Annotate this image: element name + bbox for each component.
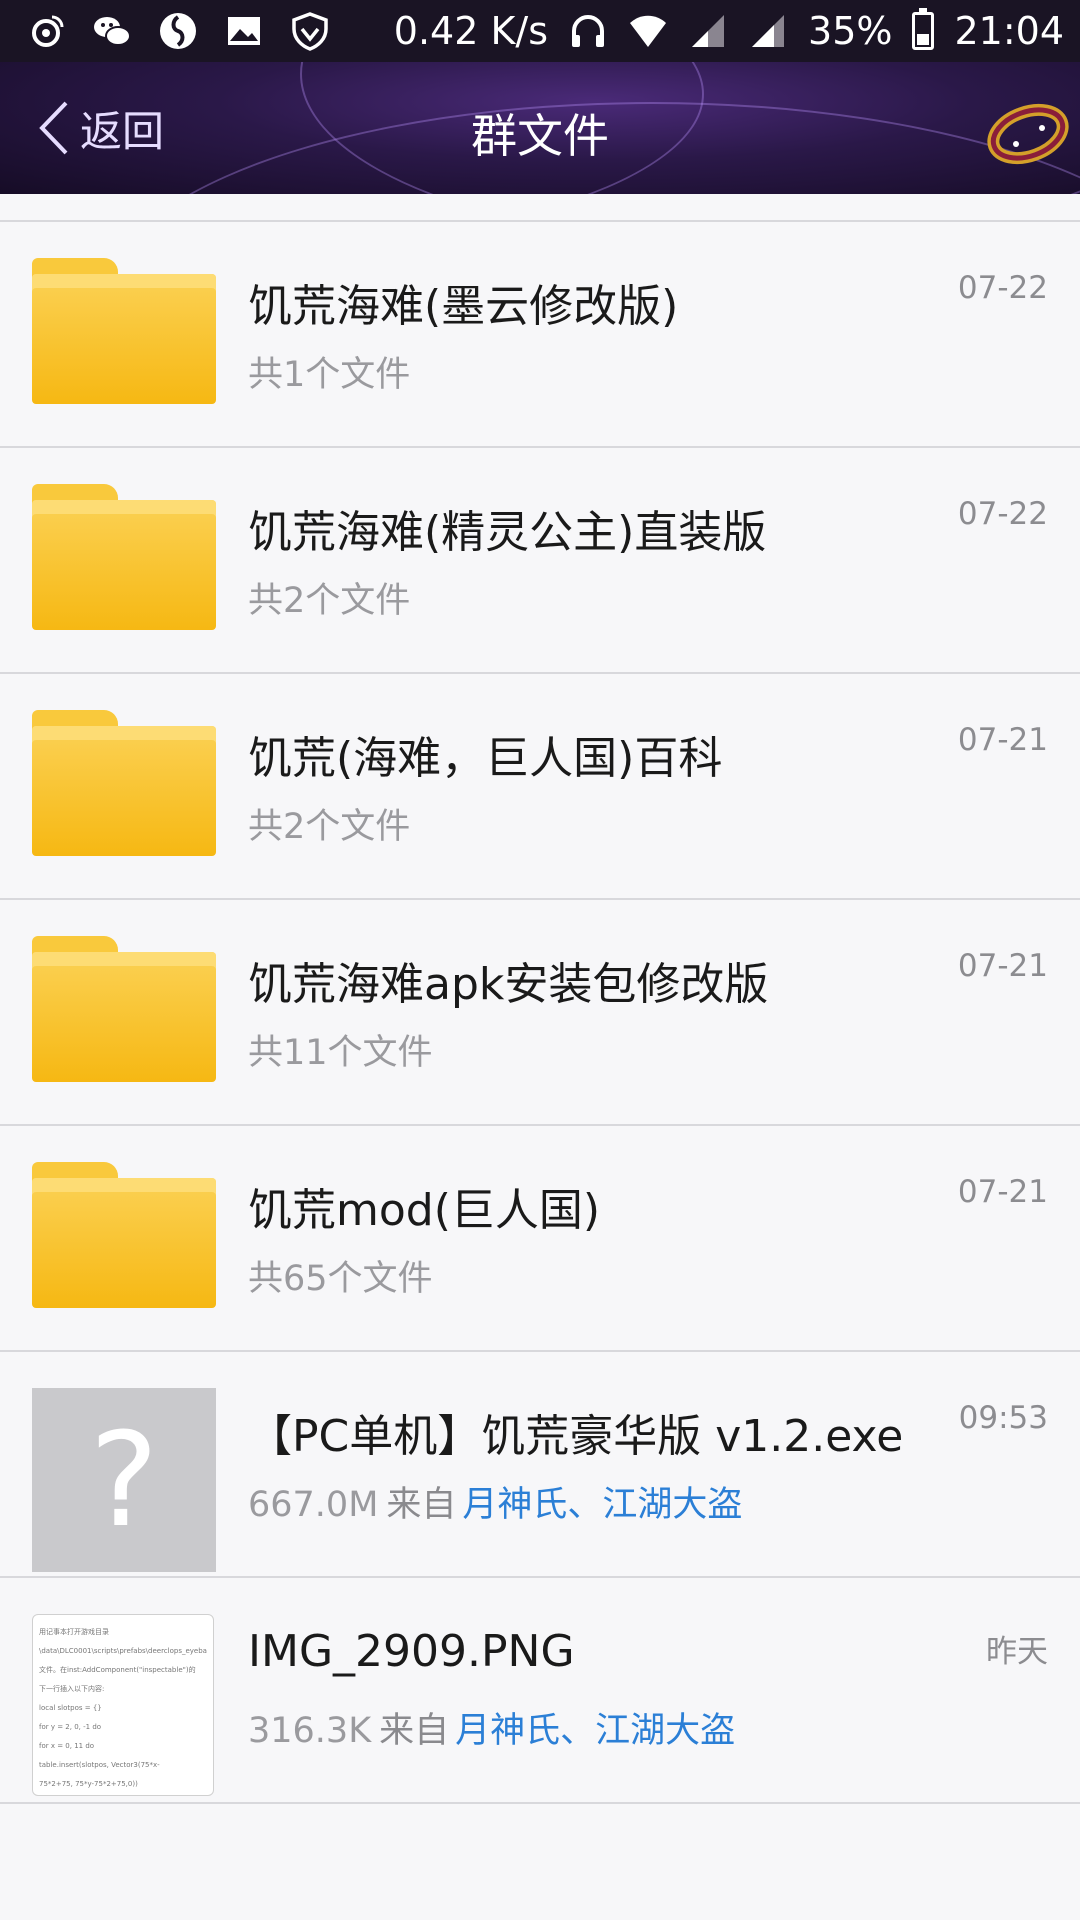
list-item-folder[interactable]: 饥荒海难(墨云修改版) 共1个文件 07-22 [0, 222, 1080, 448]
preview-line: table.insert(slotpos, Vector3(75*x- [39, 1794, 207, 1795]
uploader-link[interactable]: 月神氏、江湖大盗 [455, 1711, 735, 1751]
file-meta: 667.0M 来自 月神氏、江湖大盗 [248, 1476, 742, 1527]
folder-icon [32, 484, 216, 668]
list-item-folder[interactable]: 饥荒海难apk安装包修改版 共11个文件 07-21 [0, 900, 1080, 1126]
headphones-icon [568, 11, 608, 51]
file-name: IMG_2909.PNG [248, 1626, 575, 1677]
file-count: 共65个文件 [248, 1259, 433, 1299]
file-date: 09:53 [958, 1400, 1048, 1436]
file-name: 饥荒mod(巨人国) [248, 1185, 601, 1236]
preview-line: for y = 2, 0, -1 do [39, 1723, 102, 1731]
battery-icon [912, 8, 935, 50]
unknown-file-icon: ? [32, 1388, 216, 1572]
file-date: 07-21 [957, 948, 1048, 984]
status-bar: 0.42 K/s 35% 21:04 [0, 0, 1080, 62]
from-label: 来自 [379, 1711, 450, 1751]
list-item-folder[interactable]: 饥荒海难(精灵公主)直装版 共2个文件 07-22 [0, 448, 1080, 674]
wechat-icon [92, 11, 132, 51]
battery-percent: 35% [808, 9, 893, 53]
folder-icon [32, 258, 216, 442]
shield-icon [290, 11, 330, 51]
page-title: 群文件 [471, 109, 609, 163]
uploader-link[interactable]: 月神氏、江湖大盗 [462, 1485, 742, 1525]
status-right-icons: 0.42 K/s 35% 21:04 [393, 8, 1080, 53]
file-name: 饥荒海难(精灵公主)直装版 [248, 507, 767, 558]
preview-line: 下一行插入以下内容: [39, 1685, 105, 1693]
file-count: 共1个文件 [248, 355, 411, 395]
list-item-file[interactable]: 用记事本打开游戏目录 \data\DLC0001\scripts\prefabs\… [0, 1578, 1080, 1804]
title-bar: 返回 群文件 [0, 62, 1080, 194]
png-preview: 用记事本打开游戏目录 \data\DLC0001\scripts\prefabs\… [32, 1614, 214, 1796]
preview-line: 75*2+75, 75*y-75*2+75,0)) [39, 1780, 138, 1788]
network-speed: 0.42 K/s [393, 9, 549, 53]
file-name: 饥荒(海难，巨人国)百科 [248, 733, 723, 784]
preview-line: for x = 0, 11 do [39, 1742, 95, 1750]
file-date: 07-22 [957, 270, 1048, 306]
folder-icon [32, 936, 216, 1120]
image-thumbnail: 用记事本打开游戏目录 \data\DLC0001\scripts\prefabs\… [32, 1614, 216, 1798]
preview-line: 用记事本打开游戏目录 [39, 1628, 109, 1636]
clock: 21:04 [954, 9, 1064, 53]
folder-icon [32, 710, 216, 894]
status-left-icons [0, 11, 330, 51]
file-date: 昨天 [986, 1634, 1048, 1670]
file-size: 316.3K [248, 1711, 372, 1751]
file-name: 饥荒海难apk安装包修改版 [248, 959, 769, 1010]
preview-line: local slotpos = {} [39, 1704, 102, 1712]
file-meta: 316.3K 来自 月神氏、江湖大盗 [248, 1702, 735, 1753]
list-item-file[interactable]: ? 【PC单机】饥荒豪华版 v1.2.exe 667.0M 来自 月神氏、江湖大盗 … [0, 1352, 1080, 1578]
qq-icon [158, 11, 198, 51]
file-name: 饥荒海难(墨云修改版) [248, 281, 679, 332]
file-date: 07-21 [957, 1174, 1048, 1210]
file-size: 667.0M [248, 1485, 379, 1525]
preview-line: table.insert(slotpos, Vector3(75*x- [39, 1761, 160, 1769]
weibo-icon [26, 11, 66, 51]
list-item-folder[interactable]: 饥荒mod(巨人国) 共65个文件 07-21 [0, 1126, 1080, 1352]
file-count: 共2个文件 [248, 581, 411, 621]
wifi-icon [628, 11, 668, 51]
file-count: 共11个文件 [248, 1033, 433, 1073]
gallery-icon [224, 11, 264, 51]
file-name: 【PC单机】饥荒豪华版 v1.2.exe [248, 1411, 904, 1462]
preview-line: \data\DLC0001\scripts\prefabs\deerclops_… [39, 1647, 207, 1655]
file-date: 07-22 [957, 496, 1048, 532]
list-item-folder[interactable]: 饥荒(海难，巨人国)百科 共2个文件 07-21 [0, 674, 1080, 900]
file-count: 共2个文件 [248, 807, 411, 847]
folder-icon [32, 1162, 216, 1346]
signal-icon [688, 11, 728, 51]
file-date: 07-21 [957, 722, 1048, 758]
preview-line: 文件。在inst:AddComponent("inspectable")的 [39, 1666, 196, 1674]
signal-icon [748, 11, 788, 51]
bracelet-icon[interactable] [986, 88, 1070, 172]
from-label: 来自 [386, 1485, 457, 1525]
